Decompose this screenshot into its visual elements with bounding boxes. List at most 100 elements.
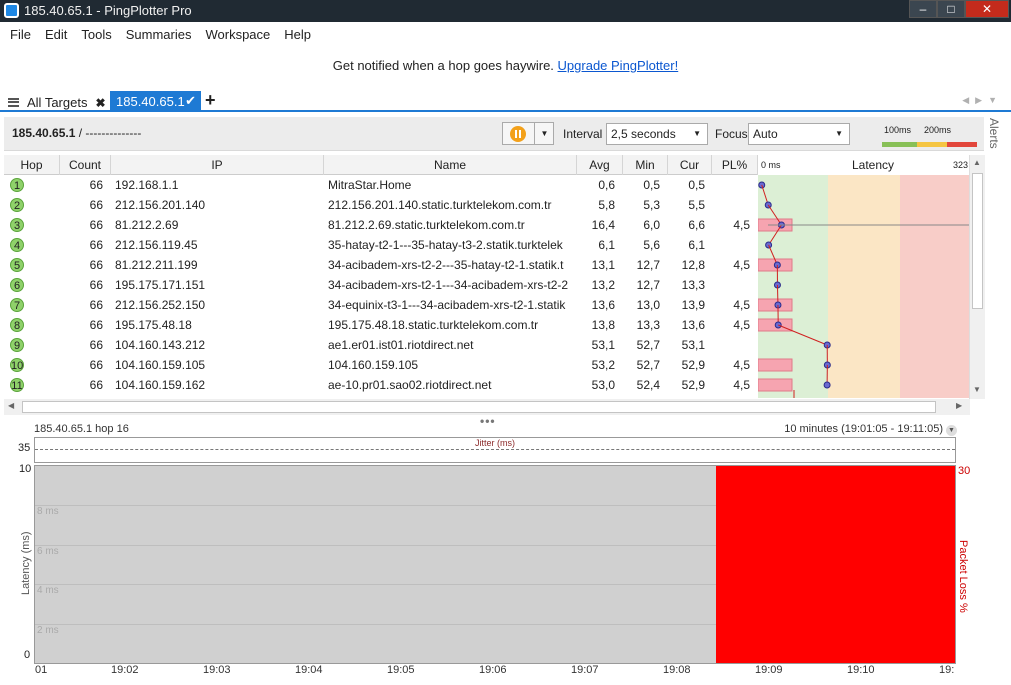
- table-row[interactable]: 7 66 212.156.252.150 34-equinix-t3-1---34-a…: [4, 295, 758, 315]
- hop-name: 34-acibadem-xrs-t2-2---35-hatay-t2-1.sta…: [328, 258, 564, 272]
- col-avg[interactable]: Avg: [577, 155, 623, 175]
- table-row[interactable]: 4 66 212.156.119.45 35-hatay-t2-1---35-hata…: [4, 235, 758, 255]
- hop-name: 34-acibadem-xrs-t2-1---34-acibadem-xrs-t…: [328, 278, 569, 292]
- hop-cur: 53,1: [681, 338, 705, 352]
- tab-all-targets-label: All Targets: [27, 95, 88, 110]
- scroll-right-icon[interactable]: ▶: [956, 401, 962, 410]
- chevron-down-icon[interactable]: ▼: [946, 425, 957, 436]
- menu-help[interactable]: Help: [284, 22, 319, 46]
- list-icon: [8, 98, 19, 107]
- hop-pl: 4,5: [733, 378, 750, 392]
- scroll-left-icon[interactable]: ◀: [8, 401, 14, 410]
- banner-text: Get notified when a hop goes haywire.: [332, 58, 554, 73]
- hop-count: 66: [89, 178, 103, 192]
- tab-target[interactable]: 185.40.65.1 ✔: [110, 91, 201, 112]
- alerts-panel-toggle[interactable]: Alerts: [987, 118, 1007, 178]
- col-ip[interactable]: IP: [111, 155, 324, 175]
- tab-scroll-arrows-icon[interactable]: ◀▶▼: [962, 95, 1003, 106]
- horizontal-scrollbar[interactable]: ◀ ▶: [4, 399, 970, 415]
- splitter-handle-icon[interactable]: •••: [480, 414, 496, 428]
- scroll-down-icon[interactable]: ▼: [973, 385, 981, 394]
- table-header: Hop Count IP Name Avg Min Cur PL% 0 ms L…: [4, 155, 970, 175]
- close-button[interactable]: ✕: [965, 0, 1009, 18]
- close-tab-icon[interactable]: ✖: [95, 96, 105, 110]
- check-icon: ✔: [185, 93, 196, 108]
- hscroll-thumb[interactable]: [22, 401, 936, 413]
- minimize-button[interactable]: –: [909, 0, 937, 18]
- menu-summaries[interactable]: Summaries: [126, 22, 200, 46]
- table-row[interactable]: 1 66 192.168.1.1 MitraStar.Home 0,6 0,5 0,5: [4, 175, 758, 195]
- col-cur[interactable]: Cur: [668, 155, 712, 175]
- hop-name: ae1.er01.ist01.riotdirect.net: [328, 338, 474, 352]
- menu-file[interactable]: File: [10, 22, 39, 46]
- menu-edit[interactable]: Edit: [45, 22, 75, 46]
- col-latency[interactable]: 0 ms Latency 323: [758, 155, 970, 175]
- hop-min: 5,3: [643, 198, 660, 212]
- hop-count: 66: [89, 198, 103, 212]
- col-min[interactable]: Min: [623, 155, 668, 175]
- table-row[interactable]: 5 66 81.212.211.199 34-acibadem-xrs-t2-2---…: [4, 255, 758, 275]
- hop-avg: 53,0: [591, 378, 615, 392]
- vertical-scrollbar[interactable]: ▲ ▼: [969, 155, 985, 399]
- hop-count: 66: [89, 378, 103, 392]
- col-name[interactable]: Name: [324, 155, 577, 175]
- hop-number-badge: 9: [10, 338, 24, 352]
- grid-line: [35, 545, 717, 546]
- upgrade-link[interactable]: Upgrade PingPlotter!: [558, 58, 679, 73]
- hop-avg: 16,4: [591, 218, 615, 232]
- x-tick-label: 19:03: [203, 664, 231, 676]
- grid-label-4: 4 ms: [37, 585, 59, 596]
- hop-cur: 13,6: [681, 318, 705, 332]
- hop-ip: 104.160.159.162: [115, 378, 206, 392]
- add-tab-icon[interactable]: +: [205, 90, 216, 111]
- table-row[interactable]: 8 66 195.175.48.18 195.175.48.18.static.tur…: [4, 315, 758, 335]
- latency-point: [823, 381, 831, 389]
- hop-min: 12,7: [636, 278, 660, 292]
- focus-value: Auto: [753, 127, 778, 141]
- scroll-thumb[interactable]: [972, 173, 983, 309]
- time-range-selector[interactable]: 10 minutes (19:01:05 - 19:11:05) ▼: [784, 423, 957, 436]
- hop-pl: 4,5: [733, 258, 750, 272]
- hop-name: 212.156.201.140.static.turktelekom.com.t…: [328, 198, 552, 212]
- menu-workspace[interactable]: Workspace: [205, 22, 278, 46]
- upgrade-banner: Get notified when a hop goes haywire. Up…: [0, 58, 1011, 86]
- x-tick-label: 01: [35, 664, 48, 676]
- pause-control[interactable]: ▼: [502, 122, 554, 145]
- interval-select[interactable]: 2,5 seconds ▼: [606, 123, 708, 145]
- scroll-up-icon[interactable]: ▲: [973, 158, 981, 167]
- table-row[interactable]: 6 66 195.175.171.151 34-acibadem-xrs-t2-1--…: [4, 275, 758, 295]
- tab-target-label: 185.40.65.1: [116, 94, 185, 109]
- x-tick-label: 19:04: [295, 664, 323, 676]
- x-tick-label: 19:09: [755, 664, 783, 676]
- scale-mark-100: 100ms: [884, 125, 912, 135]
- table-row[interactable]: 2 66 212.156.201.140 212.156.201.140.static…: [4, 195, 758, 215]
- hop-avg: 6,1: [598, 238, 615, 252]
- hop-name: 195.175.48.18.static.turktelekom.com.tr: [328, 318, 539, 332]
- focus-select[interactable]: Auto ▼: [748, 123, 850, 145]
- menu-bar: File Edit Tools Summaries Workspace Help: [0, 22, 1011, 46]
- hop-pl: [712, 195, 750, 215]
- maximize-button[interactable]: □: [937, 0, 965, 18]
- hop-ip: 195.175.171.151: [115, 278, 206, 292]
- x-tick-label: 19:: [939, 664, 955, 676]
- table-row[interactable]: 10 66 104.160.159.105 104.160.159.105 53,2 52…: [4, 355, 758, 375]
- tab-all-targets[interactable]: All Targets ✖: [8, 93, 106, 112]
- x-tick-label: 19:06: [479, 664, 507, 676]
- col-hop[interactable]: Hop: [4, 155, 60, 175]
- hop-ip: 212.156.252.150: [115, 298, 206, 312]
- table-row[interactable]: 9 66 104.160.143.212 ae1.er01.ist01.riotdir…: [4, 335, 758, 355]
- chevron-down-icon[interactable]: ▼: [534, 123, 554, 144]
- hop-count: 66: [89, 318, 103, 332]
- col-pl[interactable]: PL%: [712, 155, 758, 175]
- hop-min: 5,6: [643, 238, 660, 252]
- hop-avg: 13,8: [591, 318, 615, 332]
- col-count[interactable]: Count: [60, 155, 111, 175]
- table-row[interactable]: 11 66 104.160.159.162 ae-10.pr01.sao02.riot…: [4, 375, 758, 395]
- x-tick-label: 19:07: [571, 664, 599, 676]
- menu-tools[interactable]: Tools: [81, 22, 119, 46]
- chevron-down-icon: ▼: [835, 129, 843, 138]
- table-row[interactable]: 3 66 81.212.2.69 81.212.2.69.static.turktel…: [4, 215, 758, 235]
- hop-count: 66: [89, 218, 103, 232]
- hop-pl: [712, 175, 750, 195]
- pause-icon[interactable]: [510, 126, 526, 142]
